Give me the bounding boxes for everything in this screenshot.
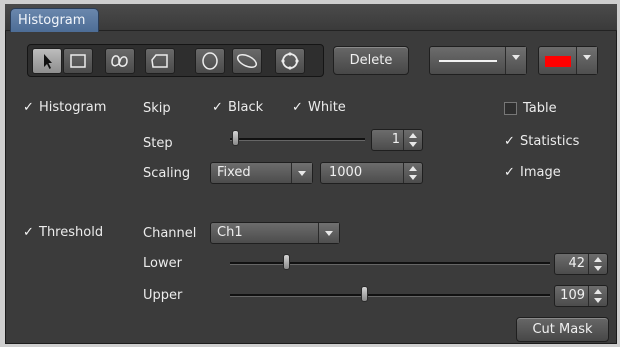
chevron-down-icon	[505, 47, 526, 74]
checkmark-icon: ✓	[23, 100, 34, 115]
color-select[interactable]	[538, 46, 598, 75]
closed-curve-icon	[236, 54, 258, 68]
upper-label: Upper	[143, 288, 183, 303]
rectangle-tool-button[interactable]	[63, 48, 93, 74]
step-spinbox[interactable]: 1	[371, 129, 423, 151]
checkmark-icon: ✓	[23, 225, 34, 240]
white-checkbox[interactable]: ✓ White	[292, 100, 346, 115]
color-swatch	[545, 56, 571, 67]
cut-mask-button[interactable]: Cut Mask	[516, 317, 609, 342]
spinner-arrows-icon[interactable]	[588, 286, 607, 306]
delete-button[interactable]: Delete	[333, 46, 409, 75]
pointer-icon	[44, 54, 52, 69]
scaling-select[interactable]: Fixed	[210, 162, 313, 184]
histogram-window: { "tab": {"label": "Histogram"}, "toolba…	[0, 0, 620, 347]
step-label: Step	[143, 136, 173, 151]
tab-histogram[interactable]: Histogram	[10, 8, 99, 32]
chevron-down-icon	[291, 163, 312, 183]
channel-select[interactable]: Ch1	[210, 222, 340, 244]
image-checkbox[interactable]: ✓ Image	[504, 165, 561, 180]
scaling-value-spinbox[interactable]: 1000	[320, 162, 423, 184]
ellipse-icon	[202, 52, 218, 70]
channel-label: Channel	[143, 226, 197, 241]
line-style-select[interactable]	[429, 46, 527, 75]
ellipse-tool-button[interactable]	[195, 48, 225, 74]
polygon-icon	[151, 54, 168, 68]
lower-slider-track[interactable]	[230, 262, 550, 265]
histogram-checkbox[interactable]: ✓ Histogram	[23, 100, 106, 115]
solid-line-icon	[439, 60, 497, 62]
polygon-tool-button[interactable]	[145, 48, 175, 74]
lower-slider-thumb[interactable]	[283, 254, 290, 270]
scaling-label: Scaling	[143, 166, 191, 181]
circle-tool-button[interactable]	[275, 48, 305, 74]
checkmark-icon: ✓	[292, 100, 303, 115]
table-checkbox[interactable]: Table	[504, 101, 557, 116]
circle-rotate-icon	[281, 52, 299, 70]
black-checkbox[interactable]: ✓ Black	[212, 100, 263, 115]
step-slider-thumb[interactable]	[232, 130, 239, 146]
skip-label: Skip	[143, 101, 171, 116]
unchecked-box-icon	[504, 102, 517, 115]
freehand-tool-button[interactable]	[105, 48, 135, 74]
chevron-down-icon	[576, 47, 597, 74]
drawing-tools-group	[27, 44, 324, 77]
lower-spinbox[interactable]: 42	[554, 253, 608, 275]
statistics-checkbox[interactable]: ✓ Statistics	[504, 134, 579, 149]
lower-label: Lower	[143, 256, 182, 271]
chevron-down-icon	[318, 223, 339, 243]
closed-curve-tool-button[interactable]	[232, 48, 262, 74]
rectangle-icon	[70, 54, 86, 68]
threshold-checkbox[interactable]: ✓ Threshold	[23, 225, 103, 240]
spinner-arrows-icon[interactable]	[403, 130, 422, 150]
step-slider-track[interactable]	[230, 138, 365, 141]
checkmark-icon: ✓	[504, 165, 515, 180]
spinner-arrows-icon[interactable]	[403, 163, 422, 183]
pointer-tool-button[interactable]	[32, 48, 62, 74]
upper-spinbox[interactable]: 109	[554, 285, 608, 307]
spinner-arrows-icon[interactable]	[588, 254, 607, 274]
checkmark-icon: ✓	[504, 134, 515, 149]
upper-slider-thumb[interactable]	[361, 286, 368, 302]
upper-slider-track[interactable]	[230, 294, 550, 297]
freehand-icon	[111, 55, 128, 67]
checkmark-icon: ✓	[212, 100, 223, 115]
